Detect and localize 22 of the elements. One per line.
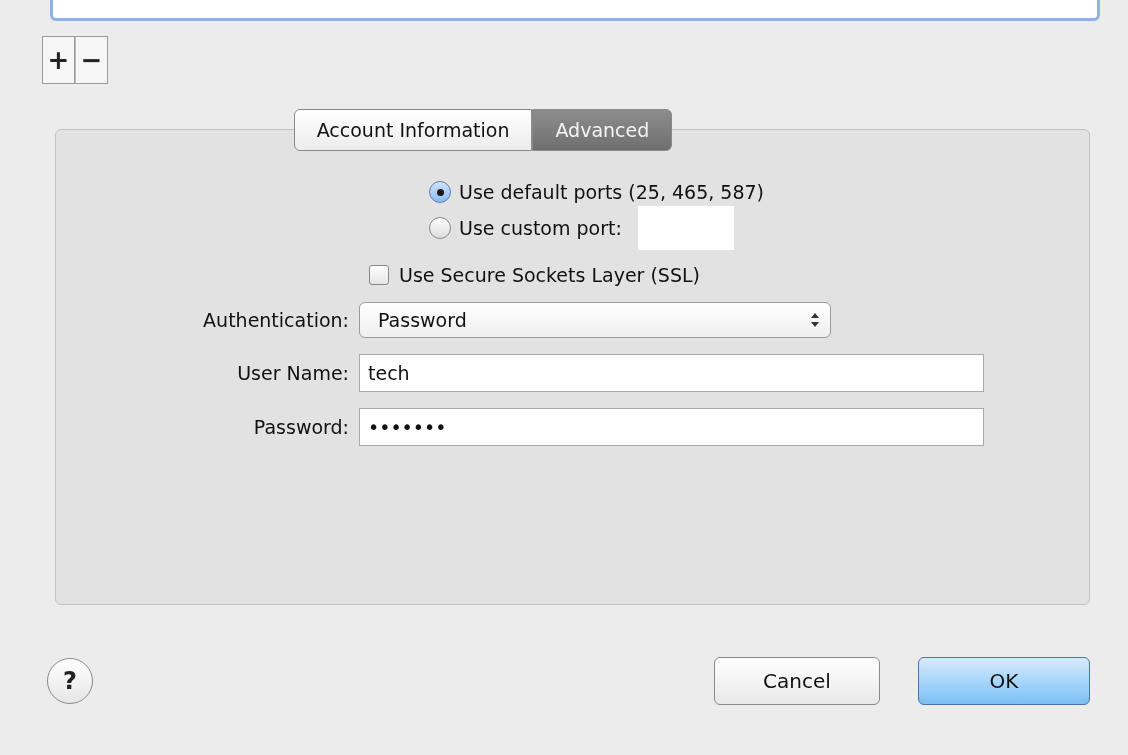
field-label: User Name:: [236, 362, 350, 384]
tab[interactable]: Account Information: [293, 109, 533, 151]
account-list[interactable]: [50, 0, 1100, 21]
radio-label: Use default ports (25, 465, 587): [459, 181, 764, 203]
field-label: Password:: [252, 416, 350, 438]
port-field[interactable]: [637, 206, 734, 250]
help-button[interactable]: ?: [47, 658, 93, 704]
checkbox-label: Use Secure Sockets Layer (SSL): [399, 264, 700, 286]
radio-button[interactable]: [429, 181, 451, 203]
tab[interactable]: Advanced: [532, 109, 673, 151]
user-name-field[interactable]: tech: [359, 354, 984, 392]
radio-label: Use custom port:: [459, 217, 622, 239]
password-field[interactable]: •••••••: [359, 408, 984, 446]
remove-button[interactable]: −: [75, 36, 108, 84]
field-label: Authentication:: [202, 309, 350, 331]
checkbox[interactable]: [369, 265, 389, 285]
updown-arrows-icon: [810, 312, 820, 328]
ok-button[interactable]: OK: [918, 657, 1090, 705]
authentication-dropdown[interactable]: Password: [359, 302, 831, 338]
radio-button[interactable]: [429, 217, 451, 239]
add-button[interactable]: +: [42, 36, 75, 84]
cancel-button[interactable]: Cancel: [714, 657, 880, 705]
